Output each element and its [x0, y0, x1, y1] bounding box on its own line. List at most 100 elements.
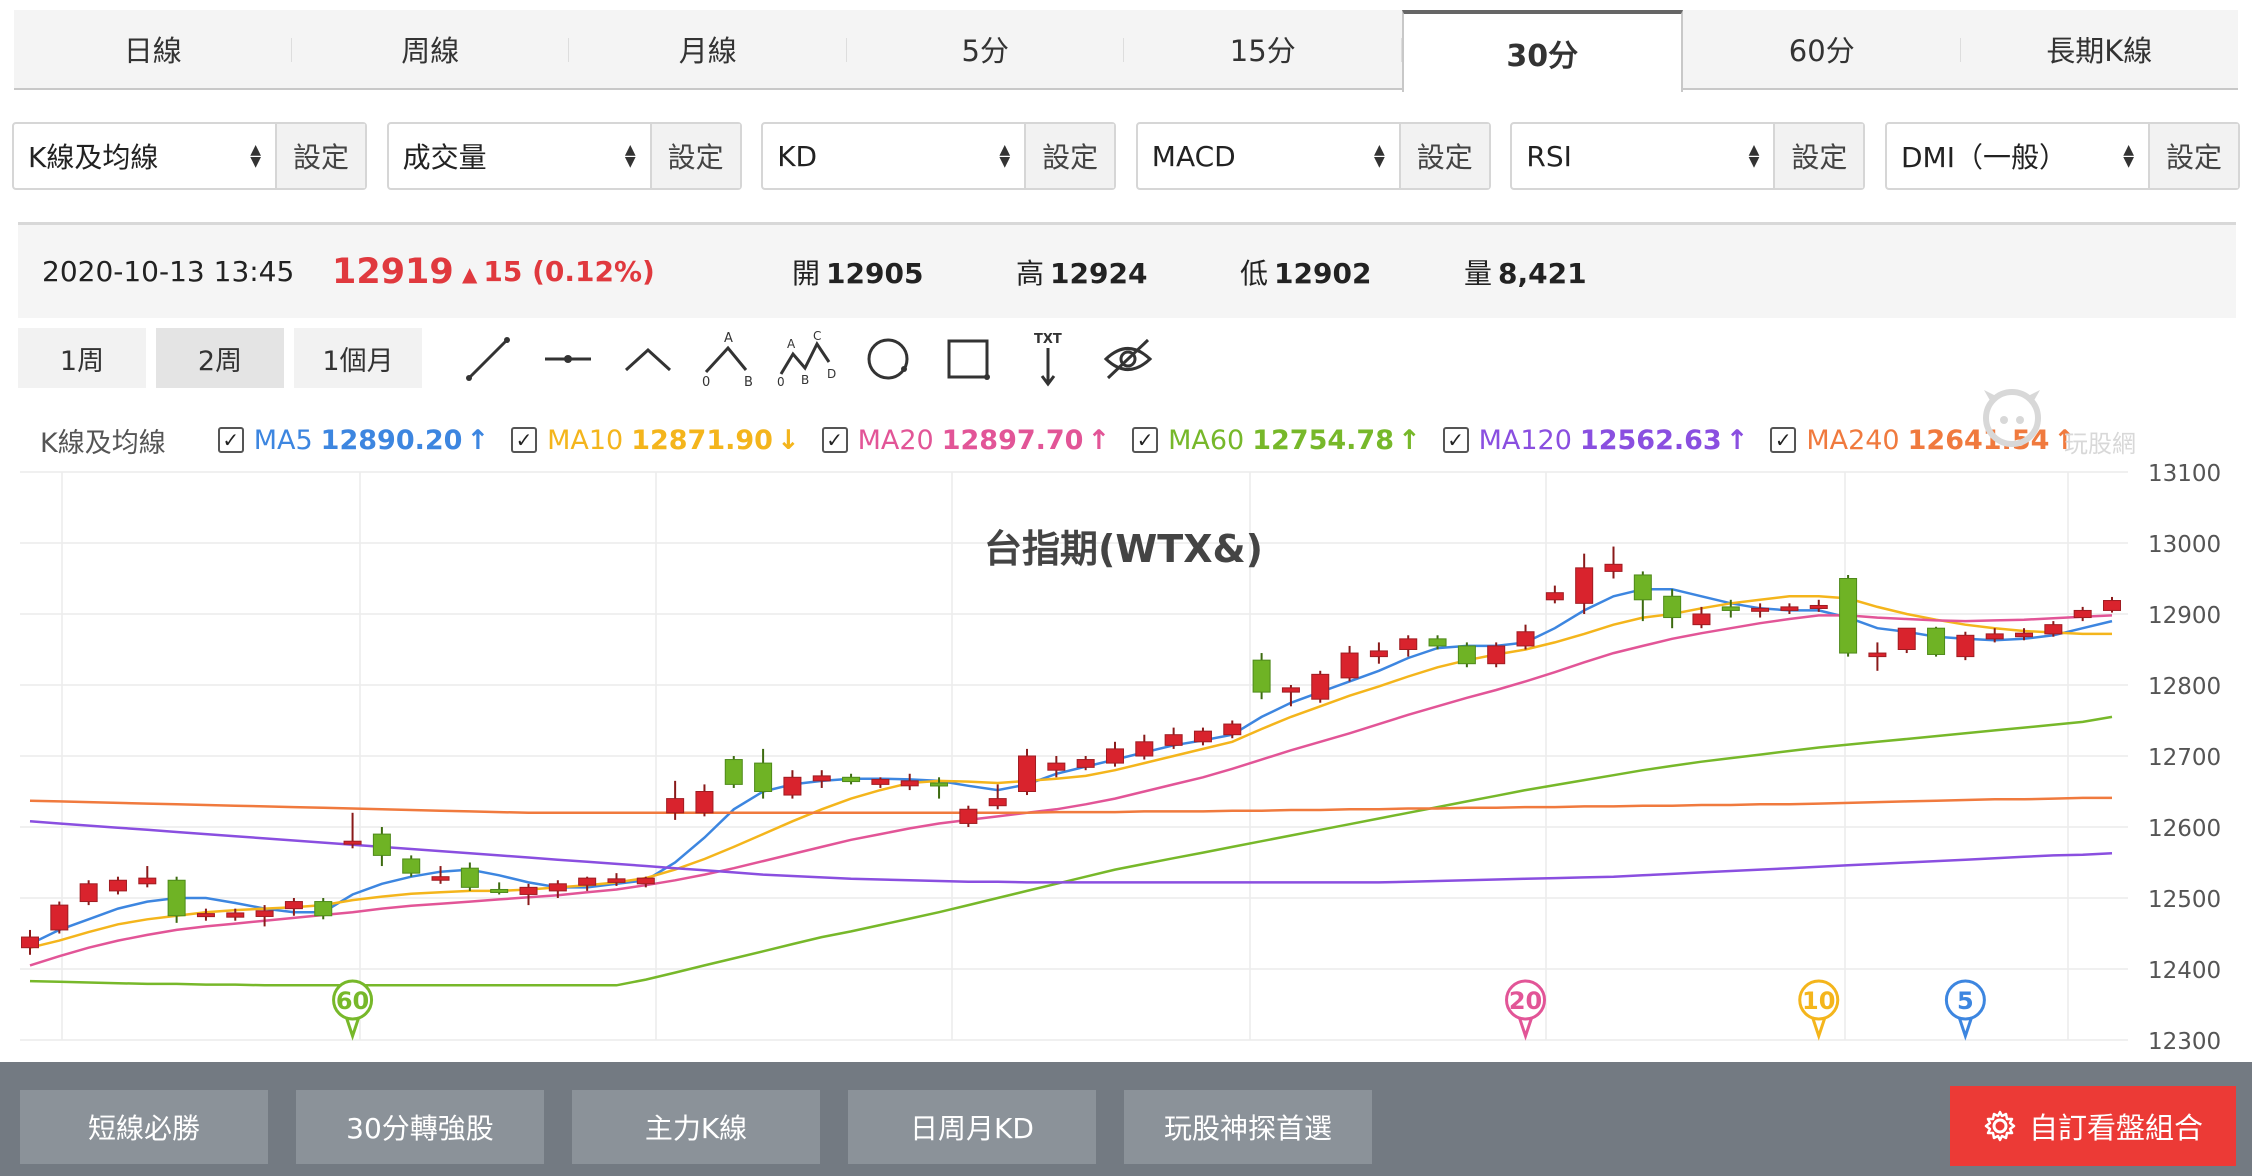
ma20-marker-pointer [1518, 1017, 1533, 1041]
range-1-month-button[interactable]: 1個月 [294, 328, 422, 388]
candle-body [79, 883, 98, 903]
ma-legend-title: K線及均線 [40, 427, 166, 459]
candle-body [2102, 600, 2122, 611]
ma60-value: 12754.78 [1252, 424, 1394, 456]
tab-5min[interactable]: 5分 [847, 10, 1125, 88]
rsi-settings-button[interactable]: 設定 [1773, 124, 1864, 188]
candle-body [1340, 652, 1359, 679]
candle-body [2073, 609, 2092, 619]
volume-select[interactable]: 成交量 ▲ ▼ [389, 124, 650, 188]
dmi-settings-button[interactable]: 設定 [2147, 124, 2238, 188]
ma20-checkbox[interactable]: ✓ [821, 427, 848, 453]
y-tick-label: 12600 [2148, 816, 2221, 842]
ma10-checkbox[interactable]: ✓ [511, 427, 538, 453]
quote-high: 高 12924 [1016, 252, 1240, 292]
select-value: K線及均線 [28, 141, 159, 174]
svg-text:C: C [813, 330, 821, 343]
candle-body [138, 877, 157, 885]
angle-line-icon[interactable] [608, 330, 688, 388]
macd-select[interactable]: MACD ▲ ▼ [1138, 124, 1399, 188]
y-tick-label: 13100 [2148, 462, 2221, 487]
ma10-legend[interactable]: ✓ MA10 12871.90 ↓ [511, 425, 800, 456]
y-tick-label: 12500 [2148, 887, 2221, 913]
kd-daily-weekly-monthly-button[interactable]: 日周月KD [848, 1090, 1096, 1164]
ma5-legend[interactable]: ✓ MA5 12890.20 ↑ [217, 424, 490, 456]
candle-body [1457, 645, 1476, 665]
candle-body [196, 913, 215, 918]
kline-ma-selector-group: K線及均線 ▲ ▼ 設定 [12, 122, 367, 190]
tab-long-term-k[interactable]: 長期K線 [1961, 10, 2239, 88]
volume-value: 8,421 [1498, 256, 1587, 290]
ma60-legend[interactable]: ✓ MA60 12754.78 ↑ [1132, 425, 1421, 456]
y-tick-label: 13000 [2148, 532, 2221, 558]
ma-legend: K線及均線 ✓ MA5 12890.20 ↑ ✓ MA10 12871.90 ↓… [40, 418, 2098, 462]
candle-body [1135, 741, 1154, 757]
ma240-checkbox[interactable]: ✓ [1770, 427, 1797, 453]
30min-strong-stocks-button[interactable]: 30分轉強股 [296, 1090, 544, 1164]
candle-body [255, 910, 274, 917]
y-tick-label: 12300 [2148, 1029, 2221, 1055]
select-arrows-icon: ▲ ▼ [1374, 142, 1385, 170]
kd-select[interactable]: KD ▲ ▼ [763, 124, 1024, 188]
ma60-checkbox[interactable]: ✓ [1132, 427, 1159, 453]
ma5-name: MA5 [253, 424, 313, 456]
custom-layout-button[interactable]: 自訂看盤組合 [1950, 1086, 2236, 1166]
candle-body [314, 901, 333, 917]
quote-volume: 量 8,421 [1464, 252, 1688, 292]
ma240-name: MA240 [1806, 424, 1900, 456]
abc-pattern-icon[interactable]: 0 A B [688, 330, 768, 388]
kd-settings-button[interactable]: 設定 [1024, 124, 1115, 188]
tab-15min[interactable]: 15分 [1124, 10, 1402, 88]
candle-body [812, 775, 831, 782]
ma20-name: MA20 [857, 424, 934, 456]
chart-title: 台指期(WTX&) [984, 527, 1264, 571]
tab-60min[interactable]: 60分 [1683, 10, 1961, 88]
ma5-checkbox[interactable]: ✓ [217, 427, 244, 453]
ma120-checkbox[interactable]: ✓ [1442, 427, 1469, 453]
main-force-k-button[interactable]: 主力K線 [572, 1090, 820, 1164]
circle-tool-icon[interactable] [848, 330, 928, 388]
ma10-trend-icon: ↓ [776, 424, 800, 456]
range-2-week-button[interactable]: 2周 [156, 328, 284, 388]
ma20-value: 12897.70 [941, 424, 1084, 456]
hide-drawings-icon[interactable] [1088, 330, 1168, 388]
range-buttons: 1周 2周 1個月 [18, 328, 422, 388]
rsi-select[interactable]: RSI ▲ ▼ [1512, 124, 1773, 188]
tab-monthly[interactable]: 月線 [569, 10, 847, 88]
kline-ma-select[interactable]: K線及均線 ▲ ▼ [14, 124, 275, 188]
rectangle-tool-icon[interactable] [928, 330, 1008, 388]
ma120-legend[interactable]: ✓ MA120 12562.63 ↑ [1442, 425, 1748, 456]
range-1-week-button[interactable]: 1周 [18, 328, 146, 388]
ma5-marker-pointer [1957, 1017, 1973, 1041]
text-tool-icon[interactable]: TXT [1008, 330, 1088, 388]
select-arrows-icon: ▲ ▼ [2123, 142, 2134, 170]
candle-body [1956, 634, 1975, 658]
candle-body [1575, 567, 1594, 604]
select-value: RSI [1526, 139, 1572, 173]
ma10-line [29, 595, 2112, 949]
wantgoo-pick-button[interactable]: 玩股神探首選 [1124, 1090, 1372, 1164]
tab-weekly[interactable]: 周線 [292, 10, 570, 88]
ma20-legend[interactable]: ✓ MA20 12897.70 ↑ [821, 424, 1110, 456]
dmi-select[interactable]: DMI（一般） ▲ ▼ [1887, 124, 2148, 188]
kline-ma-settings-button[interactable]: 設定 [275, 124, 365, 188]
abcd-pattern-icon[interactable]: 0 A B C D [768, 330, 848, 388]
wantgoo-logo: 玩股網 [1978, 382, 2148, 462]
tab-30min[interactable]: 30分 [1401, 10, 1683, 92]
candle-body [1193, 730, 1212, 743]
candle-body [1663, 595, 1682, 619]
svg-text:A: A [724, 331, 733, 346]
candle-body [988, 798, 1007, 807]
tab-daily[interactable]: 日線 [14, 10, 292, 88]
quote-open: 開 12905 [792, 252, 1016, 292]
candle-body [1428, 638, 1447, 647]
volume-selector-group: 成交量 ▲ ▼ 設定 [386, 122, 742, 190]
volume-settings-button[interactable]: 設定 [649, 124, 740, 188]
ma120-line [29, 820, 2113, 884]
line-tool-icon[interactable] [448, 330, 528, 388]
ma10-marker-pointer [1811, 1017, 1827, 1041]
horizontal-line-icon[interactable] [528, 330, 608, 388]
ma5-trend-icon: ↑ [466, 424, 490, 456]
macd-settings-button[interactable]: 設定 [1398, 124, 1489, 188]
short-term-button[interactable]: 短線必勝 [20, 1090, 268, 1164]
